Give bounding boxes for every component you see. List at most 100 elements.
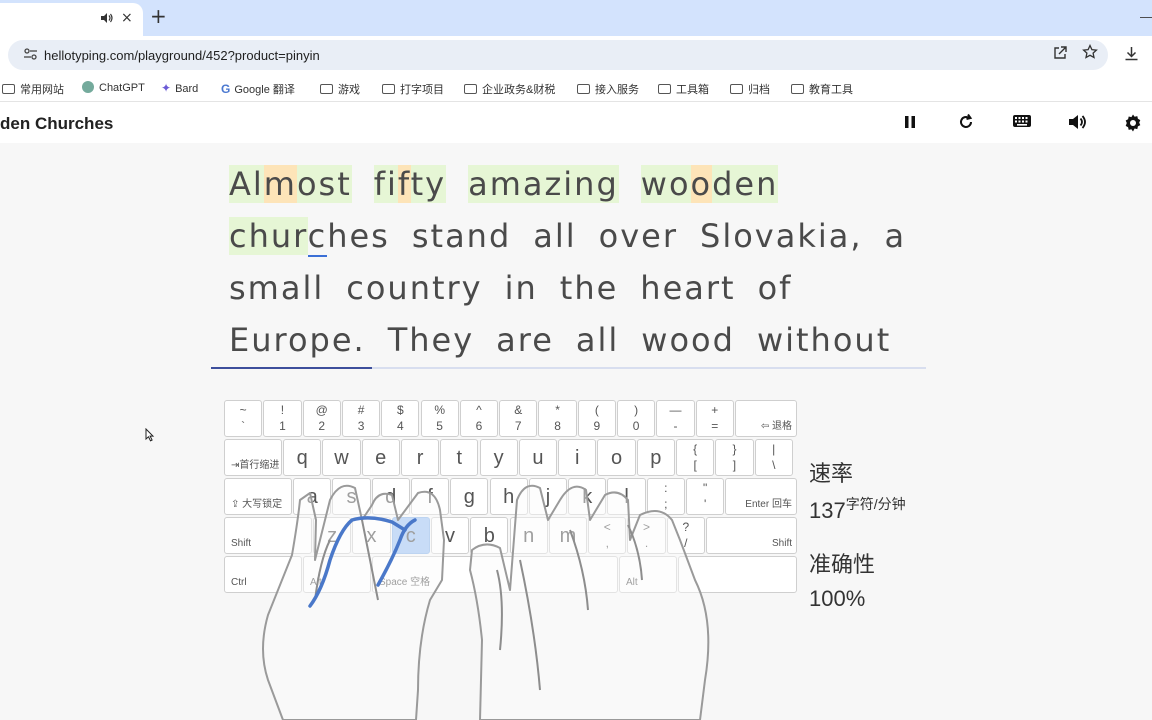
- key-enter[interactable]: Enter 回车: [725, 478, 797, 515]
- key-right-blank[interactable]: [678, 556, 797, 593]
- url-text[interactable]: hellotyping.com/playground/452?product=p…: [44, 48, 320, 63]
- passage-char: d: [712, 165, 735, 203]
- key-d[interactable]: d: [371, 478, 410, 515]
- passage-char: i: [563, 165, 575, 203]
- key-/[interactable]: ? /: [666, 517, 705, 554]
- key-label: 5: [436, 419, 443, 433]
- key-z[interactable]: z: [313, 517, 352, 554]
- key-0[interactable]: ) 0: [617, 400, 656, 437]
- key-2[interactable]: @2: [302, 400, 341, 437]
- bookmark-item[interactable]: 工具箱: [658, 81, 709, 97]
- new-tab-button[interactable]: +: [150, 4, 167, 28]
- bookmark-item[interactable]: 打字项目: [382, 81, 444, 97]
- key-s[interactable]: s: [332, 478, 371, 515]
- key-shift-left[interactable]: Shift: [224, 517, 312, 554]
- key-j[interactable]: j: [528, 478, 568, 515]
- key-t[interactable]: t: [440, 439, 479, 476]
- key-3[interactable]: #3: [341, 400, 381, 437]
- key-l[interactable]: l: [607, 478, 646, 515]
- site-settings-icon[interactable]: [24, 48, 37, 63]
- key-u[interactable]: u: [518, 439, 558, 476]
- bookmark-item[interactable]: 接入服务: [577, 81, 639, 97]
- bookmark-item[interactable]: G Google 翻译: [221, 81, 295, 97]
- key-1[interactable]: ! 1: [263, 400, 302, 437]
- key-o[interactable]: o: [597, 439, 636, 476]
- key-p[interactable]: p: [636, 439, 675, 476]
- key-label: m: [559, 525, 577, 547]
- lesson-title: den Churches: [0, 114, 114, 133]
- key-tab[interactable]: ⇥首行缩进: [224, 439, 282, 476]
- close-tab-icon[interactable]: ×: [121, 10, 133, 26]
- key-7[interactable]: & 7: [499, 400, 538, 437]
- bookmark-item[interactable]: 游戏: [320, 81, 360, 97]
- key-\[interactable]: | \: [754, 439, 793, 476]
- passage-char: z: [544, 165, 564, 203]
- key-4[interactable]: $4: [381, 400, 420, 437]
- key-y[interactable]: y: [479, 439, 518, 476]
- key-][interactable]: }]: [715, 439, 754, 476]
- key-r[interactable]: r: [400, 439, 440, 476]
- key-f[interactable]: f: [410, 478, 450, 515]
- key-ctrl[interactable]: Ctrl: [224, 556, 302, 593]
- key--[interactable]: — -: [656, 400, 695, 437]
- key-label: 7: [514, 419, 522, 433]
- key-`[interactable]: ~ `: [224, 400, 263, 437]
- volume-icon[interactable]: [1066, 113, 1088, 135]
- key-k[interactable]: k: [568, 478, 607, 515]
- key-label: (: [594, 403, 599, 417]
- passage-word: of: [757, 269, 793, 307]
- key-capslock[interactable]: ⇪ 大写锁定: [224, 478, 292, 515]
- key-,[interactable]: <,: [588, 517, 627, 554]
- settings-icon[interactable]: [1122, 113, 1144, 135]
- key-n[interactable]: n: [509, 517, 548, 554]
- key-shift-right[interactable]: Shift: [706, 517, 797, 554]
- open-in-app-icon[interactable]: [1053, 46, 1067, 64]
- minimize-button[interactable]: —: [1140, 8, 1152, 24]
- key-e[interactable]: e: [361, 439, 400, 476]
- browser-tab[interactable]: ×: [0, 3, 143, 36]
- key-=[interactable]: + =: [695, 400, 734, 437]
- key-label: \: [772, 458, 776, 472]
- key-.[interactable]: >.: [627, 517, 666, 554]
- omnibox[interactable]: hellotyping.com/playground/452?product=p…: [8, 40, 1108, 70]
- passage-line: Europe. They are all wood without: [229, 321, 913, 361]
- bookmark-item[interactable]: 常用网站: [2, 81, 64, 97]
- restart-icon[interactable]: [955, 113, 977, 135]
- key-[[interactable]: {[: [676, 439, 715, 476]
- bookmark-star-icon[interactable]: [1082, 43, 1098, 65]
- key-'[interactable]: " ': [686, 478, 725, 515]
- address-bar-row: hellotyping.com/playground/452?product=p…: [0, 36, 1152, 76]
- key-q[interactable]: q: [283, 439, 322, 476]
- key-x[interactable]: x: [352, 517, 391, 554]
- key-i[interactable]: i: [558, 439, 597, 476]
- keyboard-icon[interactable]: [1011, 113, 1033, 135]
- bookmark-item[interactable]: 教育工具: [791, 81, 853, 97]
- passage-word: in: [504, 269, 538, 307]
- pause-icon[interactable]: [899, 113, 921, 135]
- key-6[interactable]: ^ 6: [459, 400, 499, 437]
- key-g[interactable]: g: [450, 478, 489, 515]
- key-9[interactable]: (9: [577, 400, 616, 437]
- progress-bar: [211, 367, 926, 369]
- bookmark-item[interactable]: 归档: [730, 81, 770, 97]
- key-m[interactable]: m: [548, 517, 588, 554]
- key-;[interactable]: :;: [646, 478, 685, 515]
- key-c[interactable]: c: [391, 517, 430, 554]
- key-backspace[interactable]: ⇦ 退格: [734, 400, 797, 437]
- key-v[interactable]: v: [430, 517, 470, 554]
- key-8[interactable]: * 8: [538, 400, 577, 437]
- key-w[interactable]: w: [322, 439, 361, 476]
- bookmark-item[interactable]: ChatGPT: [82, 81, 145, 94]
- key-space[interactable]: Space 空格: [372, 556, 618, 593]
- bookmark-item[interactable]: 企业政务&财税: [464, 81, 555, 97]
- key-alt-right[interactable]: Alt: [619, 556, 677, 593]
- key-5[interactable]: % 5: [420, 400, 459, 437]
- key-a[interactable]: a: [293, 478, 332, 515]
- key-h[interactable]: h: [489, 478, 528, 515]
- key-label: ,: [605, 536, 609, 550]
- download-icon[interactable]: [1124, 46, 1139, 65]
- key-b[interactable]: b: [470, 517, 509, 554]
- key-alt-left[interactable]: Alt: [303, 556, 371, 593]
- speaker-icon[interactable]: [100, 12, 113, 27]
- bookmark-item[interactable]: ✦ Bard: [161, 81, 198, 95]
